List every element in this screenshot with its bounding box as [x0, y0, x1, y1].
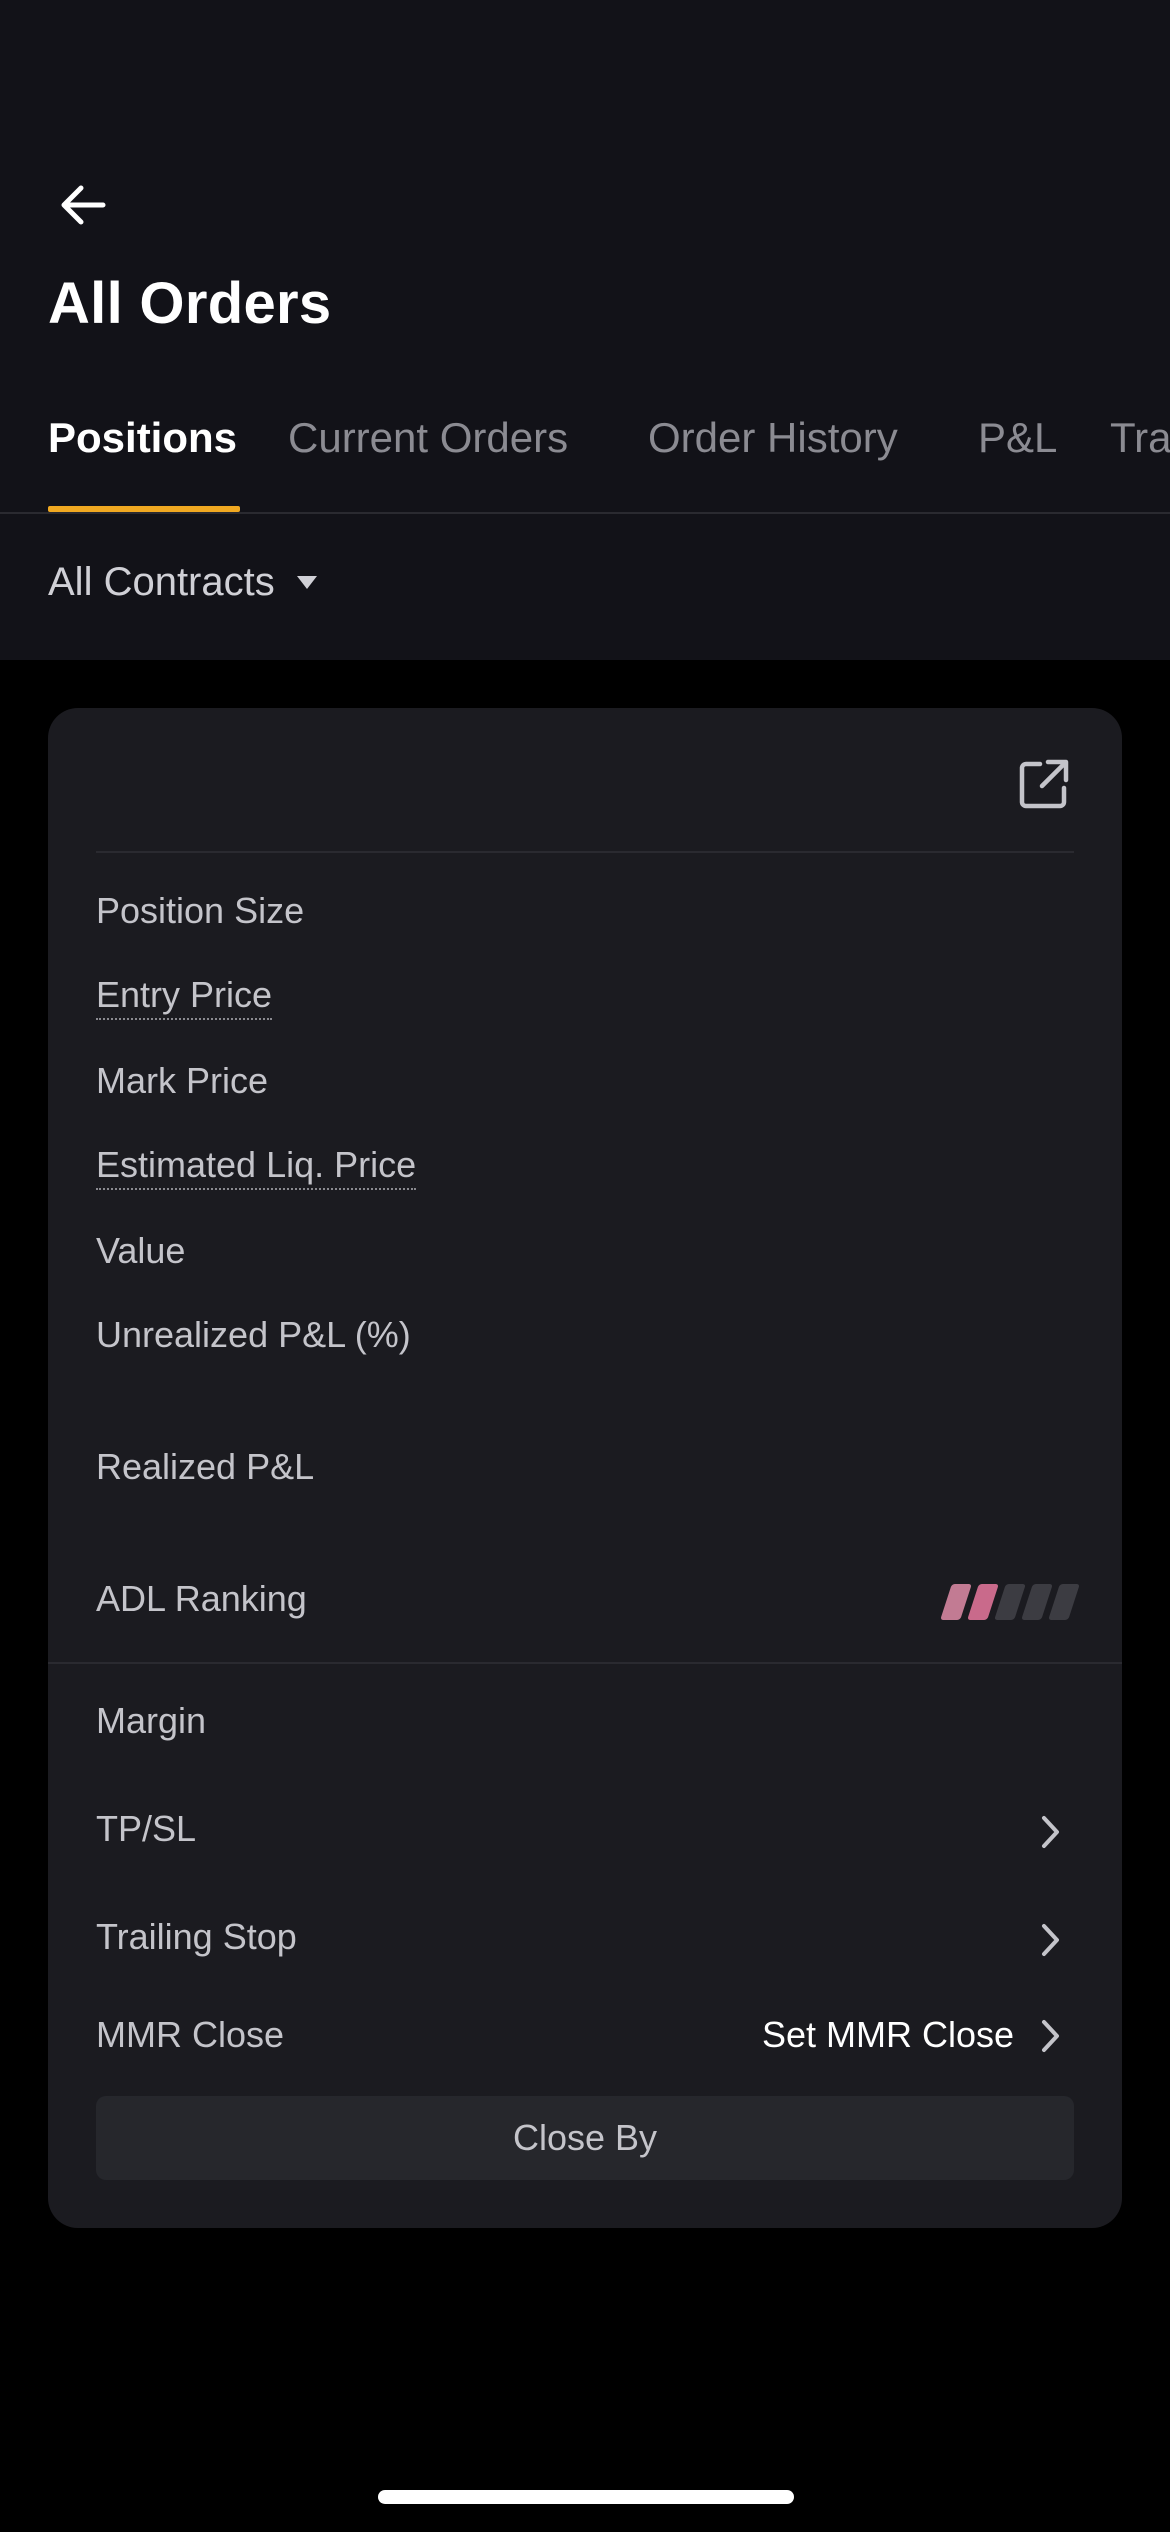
divider [48, 1662, 1122, 1664]
tab-pnl[interactable]: P&L [978, 414, 1057, 462]
value-label: Value [96, 1230, 186, 1271]
tab-bar: Positions Current Orders Order History P… [0, 396, 1170, 514]
home-indicator[interactable] [378, 2490, 794, 2504]
chevron-right-icon[interactable] [1040, 1922, 1062, 1958]
share-button[interactable] [1014, 754, 1074, 814]
trailing-stop-label[interactable]: Trailing Stop [96, 1916, 297, 1958]
entry-price-label[interactable]: Entry Price [96, 974, 273, 1020]
adl-bar [967, 1584, 999, 1620]
set-mmr-close-button[interactable]: Set MMR Close [762, 2014, 1014, 2056]
adl-bar [1048, 1584, 1080, 1620]
chevron-right-icon[interactable] [1040, 2018, 1062, 2054]
position-size-label: Position Size [96, 890, 305, 931]
realized-pnl-label: Realized P&L [96, 1446, 315, 1487]
external-link-icon [1019, 759, 1069, 809]
estimated-liq-price-label[interactable]: Estimated Liq. Price [96, 1144, 417, 1190]
mmr-close-label: MMR Close [96, 2014, 285, 2055]
close-by-button[interactable]: Close By [96, 2096, 1074, 2180]
page-title: All Orders [48, 271, 332, 336]
back-button[interactable] [48, 170, 118, 240]
position-card: Position Size Entry Price Mark Price Est… [48, 708, 1122, 2228]
margin-label: Margin [96, 1700, 207, 1741]
tab-current-orders[interactable]: Current Orders [288, 414, 568, 462]
arrow-left-icon [61, 185, 106, 225]
contracts-filter-label: All Contracts [48, 560, 275, 604]
adl-bar [994, 1584, 1026, 1620]
divider [96, 851, 1074, 853]
tab-order-history[interactable]: Order History [648, 414, 898, 462]
adl-ranking-indicator [940, 1584, 1080, 1620]
mark-price-label: Mark Price [96, 1060, 269, 1101]
contracts-filter-dropdown[interactable]: All Contracts [48, 560, 317, 605]
chevron-right-icon[interactable] [1040, 1814, 1062, 1850]
adl-bar [940, 1584, 972, 1620]
tab-trades[interactable]: Trades [1110, 414, 1170, 462]
header: All Orders Positions Current Orders Orde… [0, 0, 1170, 660]
unrealized-pnl-label: Unrealized P&L (%) [96, 1314, 411, 1355]
caret-down-icon [296, 576, 317, 589]
divider [0, 512, 1170, 514]
tab-positions[interactable]: Positions [48, 414, 237, 462]
adl-ranking-label: ADL Ranking [96, 1578, 307, 1619]
tp-sl-label[interactable]: TP/SL [96, 1808, 196, 1850]
adl-bar [1021, 1584, 1053, 1620]
